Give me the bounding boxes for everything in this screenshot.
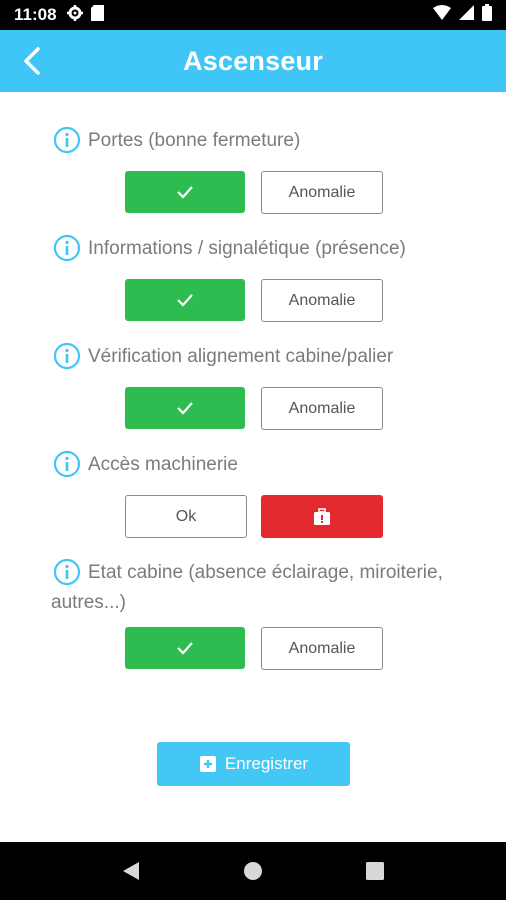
ok-button[interactable]: Ok <box>125 495 247 538</box>
signal-icon <box>459 5 474 25</box>
ok-button[interactable] <box>125 387 245 429</box>
check-icon <box>177 642 193 655</box>
save-icon <box>199 756 216 772</box>
ok-button[interactable] <box>125 279 245 321</box>
info-circle-icon[interactable] <box>53 234 81 262</box>
status-bar: 11:08 <box>0 0 506 30</box>
anomaly-button[interactable]: Anomalie <box>261 627 383 670</box>
check-icon <box>177 294 193 307</box>
info-circle-icon[interactable] <box>53 558 81 586</box>
alert-box-icon <box>314 507 330 525</box>
check-icon <box>177 402 193 415</box>
info-circle-icon[interactable] <box>53 126 81 154</box>
wifi-icon <box>433 5 451 25</box>
status-time: 11:08 <box>14 5 57 24</box>
anomaly-button[interactable] <box>261 495 383 538</box>
check-icon <box>177 186 193 199</box>
battery-icon <box>482 4 492 26</box>
app-bar: Ascenseur <box>0 30 506 92</box>
circle-home-icon <box>244 862 262 880</box>
info-circle-icon[interactable] <box>53 342 81 370</box>
question-label: Etat cabine (absence éclairage, miroiter… <box>88 562 443 583</box>
save-button[interactable]: Enregistrer <box>157 742 350 786</box>
question-label: Accès machinerie <box>88 454 238 475</box>
square-recents-icon <box>366 862 384 880</box>
nav-home-button[interactable] <box>223 846 283 896</box>
sd-card-icon <box>90 4 104 26</box>
system-nav-bar <box>0 842 506 900</box>
page-title: Ascenseur <box>183 45 323 76</box>
anomaly-button[interactable]: Anomalie <box>261 387 383 430</box>
question-label: Informations / signalétique (présence) <box>88 238 406 259</box>
anomaly-button[interactable]: Anomalie <box>261 279 383 322</box>
nav-back-button[interactable] <box>101 846 161 896</box>
question-label: Vérification alignement cabine/palier <box>88 346 394 367</box>
nav-recents-button[interactable] <box>345 846 405 896</box>
anomaly-button[interactable]: Anomalie <box>261 171 383 214</box>
settings-icon <box>66 4 83 26</box>
triangle-back-icon <box>123 862 139 880</box>
question-label: Portes (bonne fermeture) <box>88 130 301 151</box>
ok-button[interactable] <box>125 171 245 213</box>
ok-button[interactable] <box>125 627 245 669</box>
info-circle-icon[interactable] <box>53 450 81 478</box>
question-label-continued: autres...) <box>51 592 126 613</box>
save-button-label: Enregistrer <box>224 754 309 773</box>
